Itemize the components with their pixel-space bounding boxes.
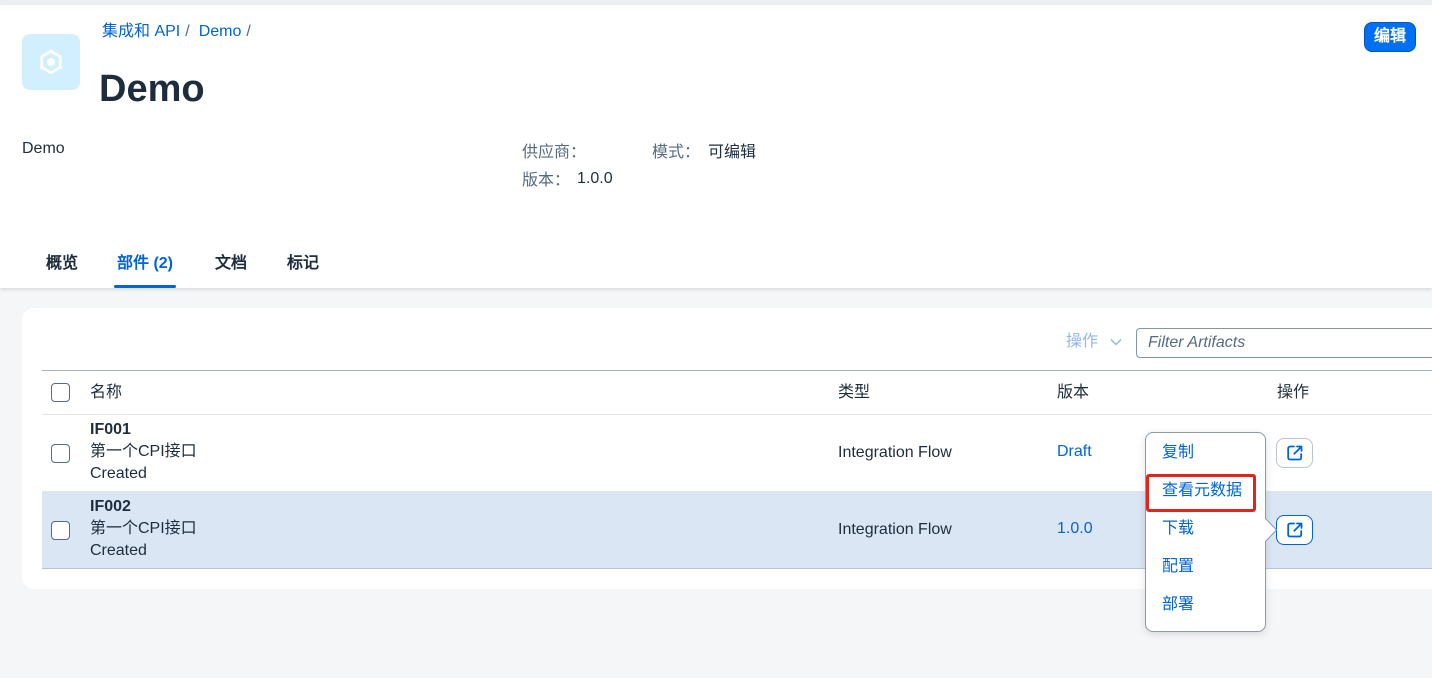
- artifact-status: Created: [90, 465, 147, 482]
- actions-menu-button[interactable]: 操作: [1066, 332, 1098, 352]
- popover-arrow: [1265, 518, 1278, 542]
- row-actions-button[interactable]: [1276, 438, 1313, 468]
- artifact-id: IF002: [90, 498, 131, 515]
- artifact-id: IF001: [90, 421, 131, 438]
- tab-documents[interactable]: 文档: [215, 254, 247, 288]
- artifact-name: 第一个CPI接口: [90, 443, 197, 460]
- edit-button[interactable]: 编辑: [1364, 22, 1416, 52]
- row-actions-popover: 复制 查看元数据 下载 配置 部署: [1145, 432, 1266, 632]
- object-page-header: 集成和 API / Demo / Demo 编辑 Demo 供应商： 模式： 可编辑 …: [0, 5, 1432, 288]
- integration-package-icon: [22, 34, 80, 90]
- menu-item-deploy[interactable]: 部署: [1146, 586, 1265, 624]
- vendor-label: 供应商：: [522, 144, 587, 161]
- package-description: Demo: [22, 140, 65, 157]
- table-header-row: 名称 类型 版本 操作: [42, 370, 1432, 415]
- artifact-status: Created: [90, 542, 147, 559]
- version-label: 版本：: [522, 172, 571, 189]
- page-title: Demo: [99, 68, 205, 110]
- artifact-version-link[interactable]: 1.0.0: [1057, 519, 1093, 539]
- filter-artifacts-input[interactable]: [1136, 328, 1432, 358]
- menu-item-configure[interactable]: 配置: [1146, 548, 1265, 586]
- menu-item-download[interactable]: 下载: [1146, 510, 1265, 548]
- row-checkbox[interactable]: [51, 521, 70, 540]
- tab-artifacts[interactable]: 部件 (2): [113, 254, 177, 288]
- mode-label: 模式：: [652, 144, 701, 161]
- artifact-version-link[interactable]: Draft: [1057, 442, 1092, 462]
- breadcrumb-separator: /: [185, 23, 190, 40]
- annotation-highlight-box: [1146, 474, 1256, 512]
- artifact-type: Integration Flow: [838, 521, 952, 538]
- breadcrumb-link-demo[interactable]: Demo: [199, 23, 242, 40]
- vendor-attribute: 供应商：: [522, 143, 586, 163]
- breadcrumb: 集成和 API / Demo /: [102, 22, 260, 42]
- column-header-version[interactable]: 版本: [1057, 383, 1089, 403]
- row-checkbox[interactable]: [51, 444, 70, 463]
- artifact-type: Integration Flow: [838, 444, 952, 461]
- column-header-type[interactable]: 类型: [838, 383, 870, 403]
- artifact-name-cell: IF001 第一个CPI接口 Created: [90, 419, 197, 485]
- artifact-name-cell: IF002 第一个CPI接口 Created: [90, 496, 197, 562]
- action-menu-icon: [1286, 522, 1302, 538]
- tab-tags[interactable]: 标记: [287, 254, 319, 288]
- column-header-actions: 操作: [1277, 384, 1310, 401]
- tab-overview[interactable]: 概览: [46, 254, 78, 288]
- mode-value: 可编辑: [708, 144, 757, 161]
- version-attribute: 版本：: [522, 171, 570, 191]
- row-actions-button[interactable]: [1276, 515, 1313, 545]
- breadcrumb-link-integration-api[interactable]: 集成和 API: [102, 23, 180, 40]
- chevron-down-icon[interactable]: [1110, 336, 1122, 348]
- artifact-name: 第一个CPI接口: [90, 520, 197, 537]
- column-header-name[interactable]: 名称: [90, 383, 122, 403]
- mode-attribute: 模式：: [652, 143, 700, 163]
- version-value: 1.0.0: [577, 170, 613, 187]
- menu-item-copy[interactable]: 复制: [1146, 434, 1265, 472]
- action-menu-icon: [1286, 445, 1302, 461]
- select-all-checkbox[interactable]: [51, 383, 70, 402]
- breadcrumb-separator: /: [246, 23, 251, 40]
